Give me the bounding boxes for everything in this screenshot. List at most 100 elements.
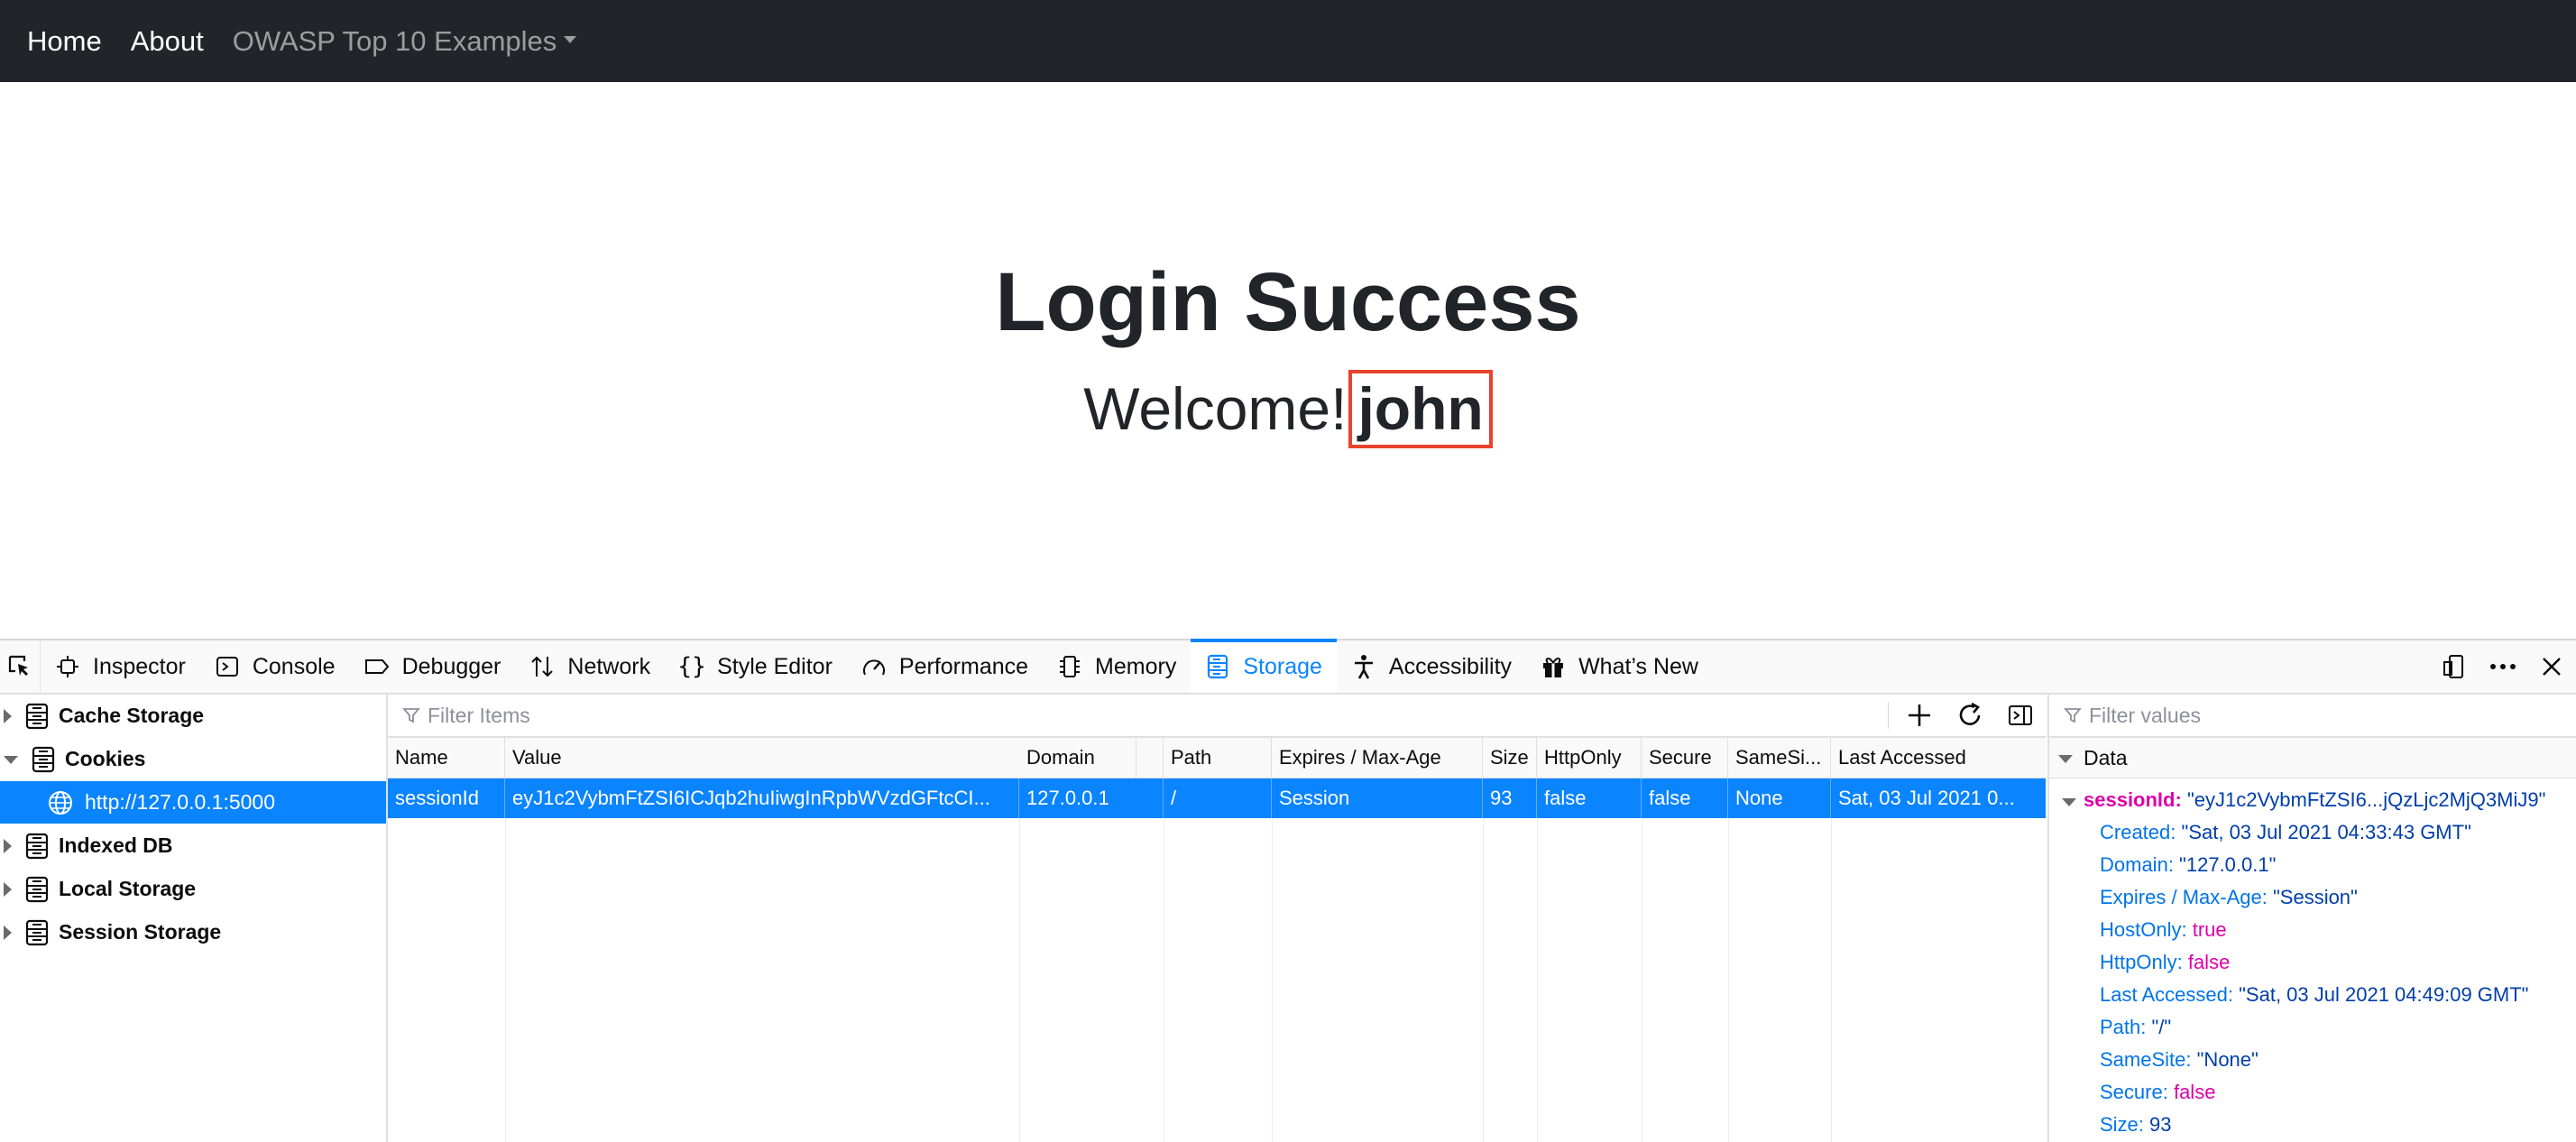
cell-value: eyJ1c2VybmFtZSI6ICJqb2huIiwgInRpbWVzdGFt… [505, 778, 1019, 818]
column-divider [1272, 818, 1273, 1142]
sidebar-item-label: http://127.0.0.1:5000 [85, 790, 276, 814]
column-header-expires[interactable]: Expires / Max-Age [1272, 738, 1483, 778]
cell-secure: false [1642, 778, 1728, 818]
add-item-button[interactable] [1894, 695, 1945, 736]
tab-style-editor[interactable]: {} Style Editor [665, 640, 847, 693]
data-section-header[interactable]: Data [2049, 738, 2576, 778]
toolbar-divider [1888, 702, 1889, 729]
sidebar-item-label: Session Storage [59, 920, 222, 944]
more-options-button[interactable] [2479, 640, 2527, 693]
tab-network-label: Network [567, 653, 651, 679]
accessibility-icon [1351, 654, 1376, 679]
data-value: true [2192, 918, 2227, 941]
filter-icon [402, 708, 420, 723]
expand-arrow-icon[interactable] [4, 881, 12, 897]
data-key: Domain [2100, 853, 2168, 876]
tab-whats-new-label: What’s New [1578, 653, 1698, 679]
expand-arrow-icon[interactable] [4, 708, 12, 723]
tab-storage-label: Storage [1243, 653, 1322, 679]
column-header-name[interactable]: Name [388, 738, 505, 778]
tab-performance[interactable]: Performance [847, 640, 1043, 693]
collapse-arrow-icon[interactable] [4, 756, 18, 764]
column-header-size[interactable]: Size [1483, 738, 1537, 778]
tab-console[interactable]: Console [200, 640, 350, 693]
data-key: Last Accessed [2100, 983, 2228, 1006]
plus-icon [1909, 705, 1930, 726]
storage-icon [25, 833, 49, 859]
tab-accessibility[interactable]: Accessibility [1337, 640, 1526, 693]
column-header-samesite[interactable]: SameSi... [1728, 738, 1831, 778]
cell-domain: 127.0.0.1 [1019, 778, 1164, 818]
data-value: "Sat, 03 Jul 2021 04:49:09 GMT" [2239, 983, 2529, 1006]
data-field-samesite: SameSite: "None" [2100, 1048, 2259, 1071]
devtools-window-controls [2430, 640, 2576, 693]
column-header-secure[interactable]: Secure [1642, 738, 1728, 778]
data-value: "/" [2151, 1016, 2172, 1038]
data-field-size: Size: 93 [2100, 1113, 2172, 1136]
cell-samesite: None [1728, 778, 1831, 818]
cell-size: 93 [1483, 778, 1537, 818]
sidebar-item-label: Indexed DB [59, 833, 173, 857]
sidebar-item-label: Local Storage [59, 877, 197, 900]
table-filter-bar: Filter Items [388, 695, 2046, 738]
column-header-last-accessed[interactable]: Last Accessed [1831, 738, 2046, 778]
sidebar-item-session-storage[interactable]: Session Storage [0, 911, 386, 953]
sidebar-item-local-storage[interactable]: Local Storage [0, 868, 386, 910]
toggle-sidebar-button[interactable] [1995, 695, 2046, 736]
nav-about-link[interactable]: About [131, 25, 204, 58]
data-field-domain: Domain: "127.0.0.1" [2100, 853, 2277, 876]
filter-items-placeholder: Filter Items [428, 703, 530, 727]
tab-memory-label: Memory [1095, 653, 1177, 679]
element-picker-icon [8, 655, 28, 676]
nav-home-link[interactable]: Home [27, 25, 102, 58]
sidebar-item-cache-storage[interactable]: Cache Storage [0, 695, 386, 737]
expand-arrow-icon[interactable] [4, 925, 12, 940]
tab-network[interactable]: Network [515, 640, 665, 693]
column-header-httponly[interactable]: HttpOnly [1537, 738, 1642, 778]
column-divider [1019, 818, 1020, 1142]
tab-whats-new[interactable]: What’s New [1526, 640, 1713, 693]
tab-console-label: Console [252, 653, 336, 679]
nav-examples-dropdown[interactable]: OWASP Top 10 Examples [233, 25, 577, 58]
column-header-path[interactable]: Path [1164, 738, 1272, 778]
tab-storage[interactable]: Storage [1191, 639, 1337, 693]
filter-items-input[interactable]: Filter Items [388, 704, 1888, 728]
responsive-design-button[interactable] [2430, 640, 2479, 693]
data-root-entry[interactable]: sessionId: "eyJ1c2VybmFtZSI6...jQzLjc2Mj… [2062, 788, 2545, 812]
column-header-domain[interactable]: Domain [1019, 738, 1164, 778]
filter-values-input[interactable]: Filter values [2049, 695, 2576, 738]
data-sidebar-panel: Filter values Data sessionId: "eyJ1c2Vyb… [2047, 695, 2576, 1142]
welcome-message: Welcome! john [0, 370, 2576, 449]
tab-performance-label: Performance [898, 653, 1029, 679]
collapse-arrow-icon[interactable] [2062, 797, 2076, 806]
tab-inspector-label: Inspector [93, 653, 186, 679]
data-field-httponly: HttpOnly: false [2100, 951, 2231, 973]
data-key: HttpOnly [2100, 951, 2177, 973]
tab-memory[interactable]: Memory [1043, 640, 1191, 693]
gift-icon [1541, 654, 1566, 679]
network-icon [529, 654, 555, 679]
data-key: HostOnly [2100, 918, 2182, 941]
tab-style-editor-label: Style Editor [717, 653, 833, 679]
data-value: "127.0.0.1" [2179, 853, 2277, 876]
cell-path: / [1164, 778, 1272, 818]
refresh-button[interactable] [1945, 695, 1995, 736]
cell-expires: Session [1272, 778, 1483, 818]
sidebar-item-indexed-db[interactable]: Indexed DB [0, 824, 386, 867]
column-divider [505, 818, 506, 1142]
sidebar-item-cookie-host[interactable]: http://127.0.0.1:5000 [0, 781, 386, 824]
sidebar-item-cookies[interactable]: Cookies [0, 738, 386, 780]
tab-inspector[interactable]: Inspector [41, 640, 200, 693]
data-section-title: Data [2084, 745, 2128, 769]
tab-debugger[interactable]: Debugger [350, 640, 516, 693]
element-picker-button[interactable] [0, 640, 41, 693]
close-devtools-button[interactable] [2527, 640, 2576, 693]
devtools-toolbar: Inspector Console Debugger Network {} St… [0, 639, 2576, 695]
data-key: Size [2100, 1113, 2139, 1136]
expand-arrow-icon[interactable] [4, 838, 12, 853]
collapse-arrow-icon[interactable] [2058, 754, 2073, 763]
data-value: "None" [2196, 1048, 2259, 1071]
data-key: Path [2100, 1016, 2141, 1038]
filter-icon [2064, 708, 2082, 723]
table-row[interactable]: sessionId eyJ1c2VybmFtZSI6ICJqb2huIiwgIn… [388, 778, 2046, 818]
